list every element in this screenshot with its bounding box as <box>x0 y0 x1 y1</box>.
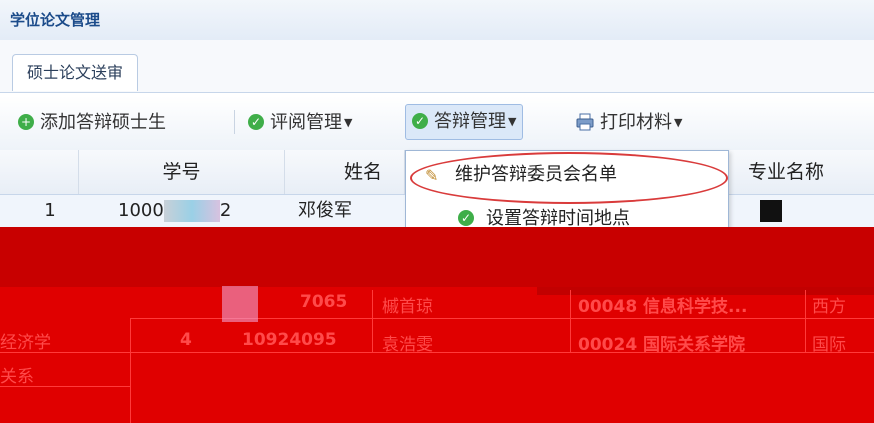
print-materials-button[interactable]: 打印材料 ▼ <box>576 106 682 140</box>
name-cell: 邓俊军 <box>298 200 352 221</box>
add-defense-student-button[interactable]: + 添加答辩硕士生 <box>18 106 166 140</box>
student-id-cell: 10924095 <box>242 330 337 350</box>
chevron-down-icon: ▼ <box>674 116 683 129</box>
column-divider <box>570 290 571 352</box>
major-cell: 国际 <box>812 335 846 355</box>
review-management-button[interactable]: ✓ 评阅管理 ▼ <box>248 106 352 140</box>
add-label: 添加答辩硕士生 <box>40 112 166 133</box>
row-number: 1 <box>44 200 56 221</box>
menu-item-label: 设置答辩时间地点 <box>486 208 630 229</box>
printer-icon <box>576 113 594 130</box>
check-circle-icon: ✓ <box>248 113 264 130</box>
college-cell: 00024 国际关系学院 <box>578 335 746 355</box>
student-id-cell: 7065 <box>300 292 348 312</box>
defense-label: 答辩管理 <box>434 111 506 132</box>
check-circle-icon: ✓ <box>412 112 428 129</box>
defense-management-button[interactable]: ✓ 答辩管理 ▼ <box>405 104 524 140</box>
column-divider <box>130 318 131 423</box>
redacted-block <box>163 200 220 222</box>
review-label: 评阅管理 <box>270 112 342 133</box>
title-bar <box>0 0 874 41</box>
student-id-cell: 1000 2 <box>118 195 231 227</box>
header-name[interactable]: 姓名 <box>285 150 405 194</box>
redacted-block <box>760 200 782 222</box>
redaction-overlay <box>0 227 874 287</box>
student-id-prefix: 1000 <box>118 200 164 221</box>
header-major[interactable]: 专业名称 <box>728 150 874 194</box>
name-cell: 槭首琼 <box>382 297 433 317</box>
left-fragment: 经济学 <box>0 333 51 353</box>
page-title: 学位论文管理 <box>10 11 101 29</box>
header-rownum <box>0 150 79 194</box>
header-student-id[interactable]: 学号 <box>79 150 285 194</box>
student-id-suffix: 2 <box>219 200 232 221</box>
left-fragment: 关系 <box>0 367 34 387</box>
chevron-down-icon: ▼ <box>344 116 353 129</box>
check-circle-icon: ✓ <box>458 209 474 226</box>
add-icon: + <box>18 113 34 130</box>
print-label: 打印材料 <box>600 112 672 133</box>
row-number: 4 <box>180 330 192 350</box>
major-cell: 西方 <box>812 297 846 317</box>
highlight-oval <box>410 152 728 204</box>
toolbar-separator <box>234 110 235 134</box>
redacted-block <box>222 286 258 322</box>
column-divider <box>372 290 373 352</box>
college-cell: 00048 信息科学技... <box>578 297 748 317</box>
chevron-down-icon: ▼ <box>508 115 517 128</box>
column-divider <box>805 290 806 352</box>
name-cell: 袁浩雯 <box>382 335 433 355</box>
tab-thesis-review[interactable]: 硕士论文送审 <box>12 54 139 91</box>
